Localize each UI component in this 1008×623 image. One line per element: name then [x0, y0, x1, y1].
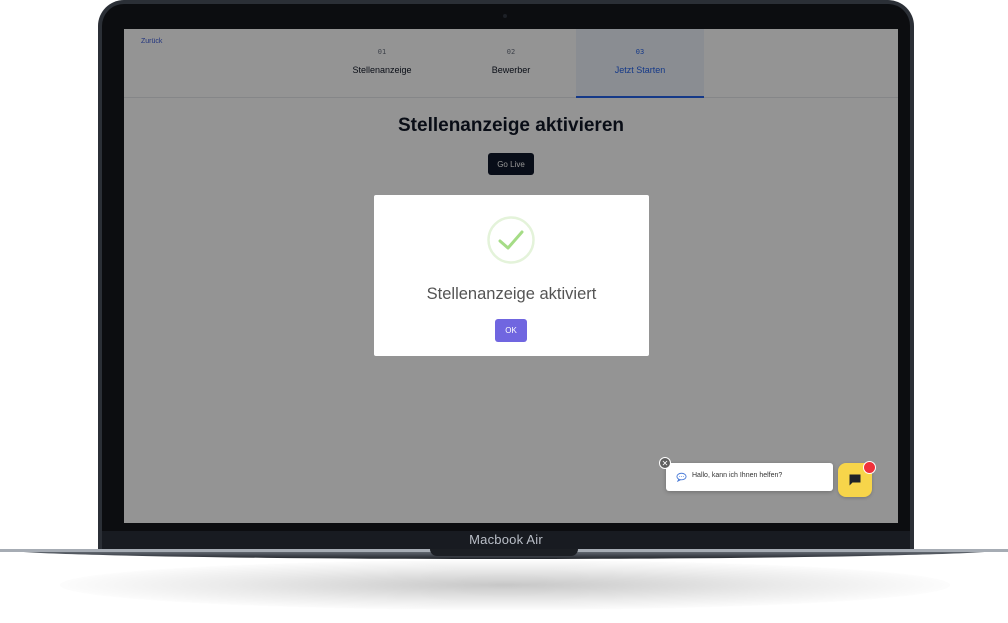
- device-model-label: Macbook Air: [469, 532, 543, 547]
- chat-greeting-text: Hallo, kann ich Ihnen helfen?: [692, 472, 783, 479]
- camera: [503, 14, 507, 18]
- laptop-notch: [430, 549, 578, 556]
- chat-greeting-bubble[interactable]: Hallo, kann ich Ihnen helfen?: [666, 463, 833, 491]
- ok-button[interactable]: OK: [495, 319, 527, 342]
- speech-bubble-icon: [676, 472, 687, 482]
- close-icon[interactable]: ✕: [659, 457, 671, 469]
- chat-icon: [849, 474, 861, 486]
- dialog-title: Stellenanzeige aktiviert: [426, 285, 597, 303]
- device-shadow: [60, 560, 950, 610]
- checkmark-circle-icon: [487, 216, 535, 264]
- success-dialog: Stellenanzeige aktiviert OK: [374, 195, 649, 356]
- screen: Zurück 01 Stellenanzeige 02 Bewerber 03 …: [124, 29, 898, 523]
- notification-badge: [863, 461, 876, 474]
